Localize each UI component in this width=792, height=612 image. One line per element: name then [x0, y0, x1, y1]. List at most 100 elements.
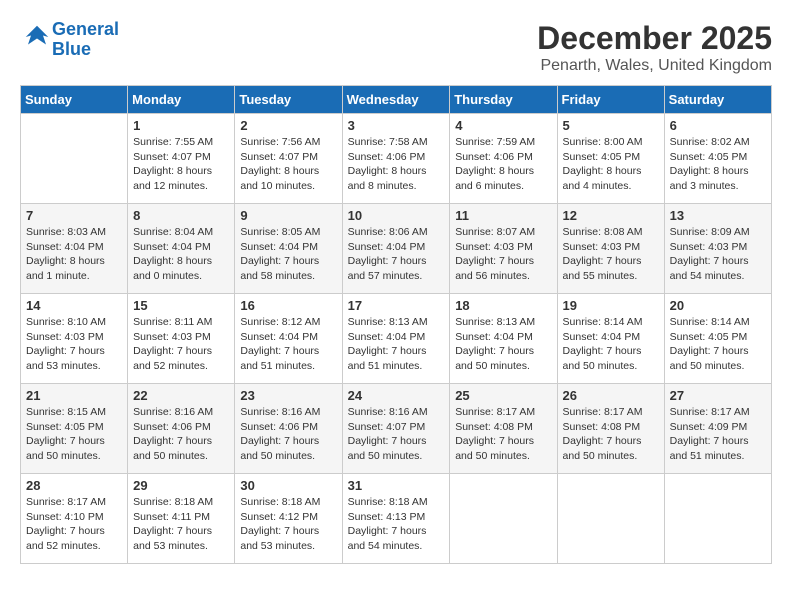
day-info: Sunrise: 8:15 AM Sunset: 4:05 PM Dayligh…	[26, 405, 122, 464]
calendar-cell	[450, 474, 557, 564]
day-info: Sunrise: 8:18 AM Sunset: 4:12 PM Dayligh…	[240, 495, 336, 554]
calendar-cell	[21, 114, 128, 204]
day-info: Sunrise: 7:56 AM Sunset: 4:07 PM Dayligh…	[240, 135, 336, 194]
day-info: Sunrise: 8:17 AM Sunset: 4:09 PM Dayligh…	[670, 405, 766, 464]
day-info: Sunrise: 8:07 AM Sunset: 4:03 PM Dayligh…	[455, 225, 551, 284]
day-number: 1	[133, 118, 229, 133]
calendar-cell: 8 Sunrise: 8:04 AM Sunset: 4:04 PM Daylig…	[128, 204, 235, 294]
calendar-cell: 2 Sunrise: 7:56 AM Sunset: 4:07 PM Daylig…	[235, 114, 342, 204]
day-number: 13	[670, 208, 766, 223]
calendar-cell: 19Sunrise: 8:14 AM Sunset: 4:04 PM Dayli…	[557, 294, 664, 384]
day-number: 16	[240, 298, 336, 313]
calendar-cell: 18Sunrise: 8:13 AM Sunset: 4:04 PM Dayli…	[450, 294, 557, 384]
weekday-header: Thursday	[450, 86, 557, 114]
weekday-header: Wednesday	[342, 86, 450, 114]
day-info: Sunrise: 8:09 AM Sunset: 4:03 PM Dayligh…	[670, 225, 766, 284]
day-info: Sunrise: 8:13 AM Sunset: 4:04 PM Dayligh…	[455, 315, 551, 374]
calendar-cell: 7Sunrise: 8:03 AM Sunset: 4:04 PM Daylig…	[21, 204, 128, 294]
calendar-cell: 31 Sunrise: 8:18 AM Sunset: 4:13 PM Dayli…	[342, 474, 450, 564]
day-number: 6	[670, 118, 766, 133]
calendar-cell: 3 Sunrise: 7:58 AM Sunset: 4:06 PM Daylig…	[342, 114, 450, 204]
calendar-cell: 14Sunrise: 8:10 AM Sunset: 4:03 PM Dayli…	[21, 294, 128, 384]
page-header: General Blue December 2025 Penarth, Wale…	[20, 20, 772, 75]
calendar-cell: 17 Sunrise: 8:13 AM Sunset: 4:04 PM Dayli…	[342, 294, 450, 384]
day-number: 24	[348, 388, 445, 403]
day-number: 25	[455, 388, 551, 403]
weekday-header: Tuesday	[235, 86, 342, 114]
day-info: Sunrise: 8:17 AM Sunset: 4:08 PM Dayligh…	[455, 405, 551, 464]
logo-line2: Blue	[52, 39, 91, 59]
calendar-cell: 30 Sunrise: 8:18 AM Sunset: 4:12 PM Dayli…	[235, 474, 342, 564]
day-number: 10	[348, 208, 445, 223]
calendar-week-row: 1 Sunrise: 7:55 AM Sunset: 4:07 PM Daylig…	[21, 114, 772, 204]
day-info: Sunrise: 8:11 AM Sunset: 4:03 PM Dayligh…	[133, 315, 229, 374]
day-info: Sunrise: 8:16 AM Sunset: 4:06 PM Dayligh…	[240, 405, 336, 464]
calendar-week-row: 21 Sunrise: 8:15 AM Sunset: 4:05 PM Dayli…	[21, 384, 772, 474]
weekday-header: Monday	[128, 86, 235, 114]
day-info: Sunrise: 8:02 AM Sunset: 4:05 PM Dayligh…	[670, 135, 766, 194]
day-number: 3	[348, 118, 445, 133]
day-info: Sunrise: 8:16 AM Sunset: 4:07 PM Dayligh…	[348, 405, 445, 464]
day-number: 11	[455, 208, 551, 223]
calendar-cell	[557, 474, 664, 564]
day-number: 21	[26, 388, 122, 403]
day-info: Sunrise: 8:17 AM Sunset: 4:08 PM Dayligh…	[563, 405, 659, 464]
day-number: 27	[670, 388, 766, 403]
calendar-table: SundayMondayTuesdayWednesdayThursdayFrid…	[20, 85, 772, 564]
calendar-body: 1 Sunrise: 7:55 AM Sunset: 4:07 PM Daylig…	[21, 114, 772, 564]
day-info: Sunrise: 8:05 AM Sunset: 4:04 PM Dayligh…	[240, 225, 336, 284]
day-info: Sunrise: 8:04 AM Sunset: 4:04 PM Dayligh…	[133, 225, 229, 284]
day-info: Sunrise: 8:10 AM Sunset: 4:03 PM Dayligh…	[26, 315, 122, 374]
day-number: 29	[133, 478, 229, 493]
calendar-cell: 29 Sunrise: 8:18 AM Sunset: 4:11 PM Dayli…	[128, 474, 235, 564]
calendar-cell: 15 Sunrise: 8:11 AM Sunset: 4:03 PM Dayli…	[128, 294, 235, 384]
day-number: 8	[133, 208, 229, 223]
calendar-cell: 13 Sunrise: 8:09 AM Sunset: 4:03 PM Dayli…	[664, 204, 771, 294]
calendar-cell: 11 Sunrise: 8:07 AM Sunset: 4:03 PM Dayli…	[450, 204, 557, 294]
calendar-cell: 25 Sunrise: 8:17 AM Sunset: 4:08 PM Dayli…	[450, 384, 557, 474]
day-info: Sunrise: 8:14 AM Sunset: 4:04 PM Dayligh…	[563, 315, 659, 374]
calendar-week-row: 28Sunrise: 8:17 AM Sunset: 4:10 PM Dayli…	[21, 474, 772, 564]
day-number: 12	[563, 208, 659, 223]
calendar-header: SundayMondayTuesdayWednesdayThursdayFrid…	[21, 86, 772, 114]
day-info: Sunrise: 7:58 AM Sunset: 4:06 PM Dayligh…	[348, 135, 445, 194]
day-info: Sunrise: 8:06 AM Sunset: 4:04 PM Dayligh…	[348, 225, 445, 284]
day-number: 23	[240, 388, 336, 403]
day-info: Sunrise: 8:00 AM Sunset: 4:05 PM Dayligh…	[563, 135, 659, 194]
day-info: Sunrise: 8:12 AM Sunset: 4:04 PM Dayligh…	[240, 315, 336, 374]
day-number: 15	[133, 298, 229, 313]
calendar-cell: 1 Sunrise: 7:55 AM Sunset: 4:07 PM Daylig…	[128, 114, 235, 204]
day-info: Sunrise: 8:03 AM Sunset: 4:04 PM Dayligh…	[26, 225, 122, 284]
calendar-week-row: 7Sunrise: 8:03 AM Sunset: 4:04 PM Daylig…	[21, 204, 772, 294]
calendar-cell: 27 Sunrise: 8:17 AM Sunset: 4:09 PM Dayli…	[664, 384, 771, 474]
day-info: Sunrise: 8:18 AM Sunset: 4:11 PM Dayligh…	[133, 495, 229, 554]
day-number: 2	[240, 118, 336, 133]
title-block: December 2025 Penarth, Wales, United Kin…	[537, 20, 772, 75]
day-number: 5	[563, 118, 659, 133]
calendar-cell: 9Sunrise: 8:05 AM Sunset: 4:04 PM Daylig…	[235, 204, 342, 294]
calendar-week-row: 14Sunrise: 8:10 AM Sunset: 4:03 PM Dayli…	[21, 294, 772, 384]
day-number: 17	[348, 298, 445, 313]
calendar-cell: 26Sunrise: 8:17 AM Sunset: 4:08 PM Dayli…	[557, 384, 664, 474]
day-number: 30	[240, 478, 336, 493]
day-info: Sunrise: 7:59 AM Sunset: 4:06 PM Dayligh…	[455, 135, 551, 194]
calendar-cell	[664, 474, 771, 564]
calendar-cell: 12Sunrise: 8:08 AM Sunset: 4:03 PM Dayli…	[557, 204, 664, 294]
month-title: December 2025	[537, 20, 772, 57]
day-number: 20	[670, 298, 766, 313]
calendar-cell: 23 Sunrise: 8:16 AM Sunset: 4:06 PM Dayli…	[235, 384, 342, 474]
day-info: Sunrise: 8:13 AM Sunset: 4:04 PM Dayligh…	[348, 315, 445, 374]
day-info: Sunrise: 7:55 AM Sunset: 4:07 PM Dayligh…	[133, 135, 229, 194]
logo-icon	[22, 22, 52, 52]
logo-text: General Blue	[52, 20, 119, 60]
day-info: Sunrise: 8:16 AM Sunset: 4:06 PM Dayligh…	[133, 405, 229, 464]
day-info: Sunrise: 8:14 AM Sunset: 4:05 PM Dayligh…	[670, 315, 766, 374]
weekday-header: Saturday	[664, 86, 771, 114]
calendar-cell: 4Sunrise: 7:59 AM Sunset: 4:06 PM Daylig…	[450, 114, 557, 204]
day-info: Sunrise: 8:18 AM Sunset: 4:13 PM Dayligh…	[348, 495, 445, 554]
calendar-cell: 24 Sunrise: 8:16 AM Sunset: 4:07 PM Dayli…	[342, 384, 450, 474]
calendar-cell: 16 Sunrise: 8:12 AM Sunset: 4:04 PM Dayli…	[235, 294, 342, 384]
day-number: 31	[348, 478, 445, 493]
day-info: Sunrise: 8:17 AM Sunset: 4:10 PM Dayligh…	[26, 495, 122, 554]
weekday-header: Friday	[557, 86, 664, 114]
